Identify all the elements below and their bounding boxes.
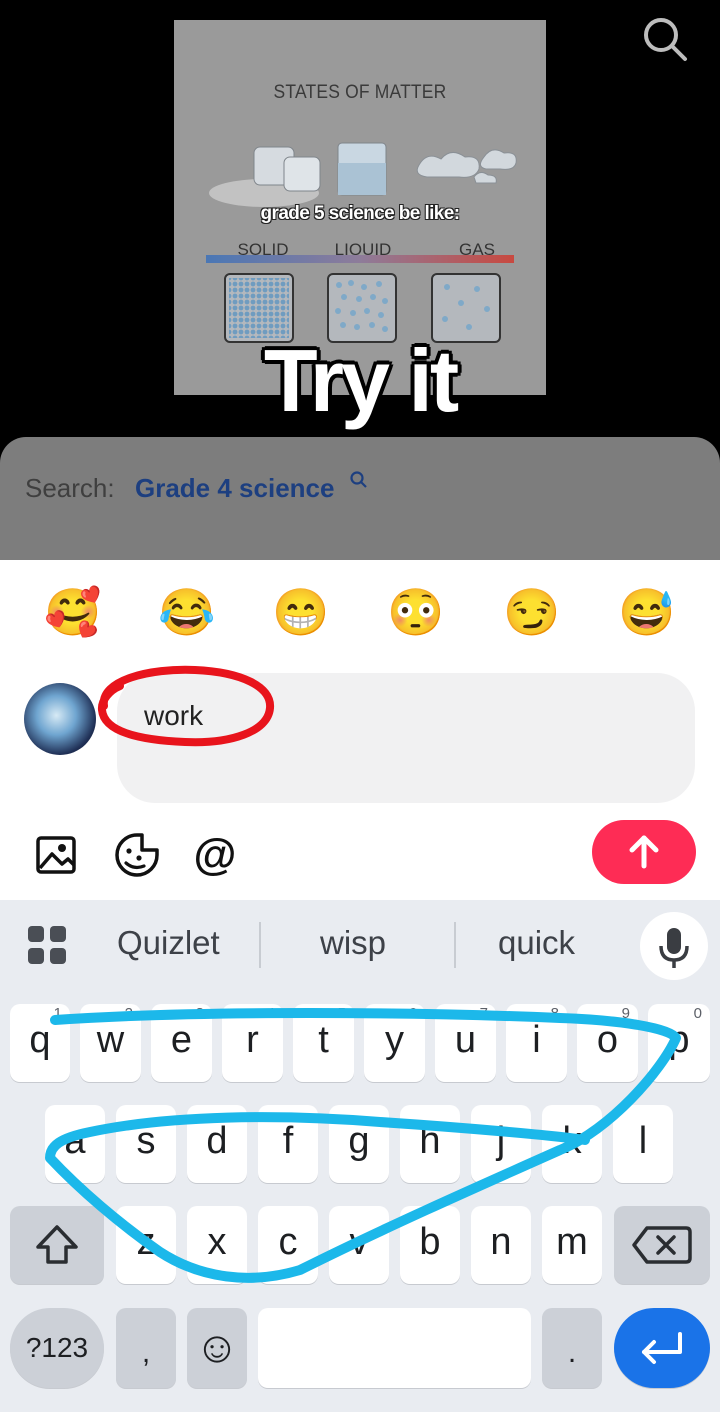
apps-grid-icon[interactable] (26, 924, 70, 968)
video-overlay-text: Try it (263, 331, 459, 430)
search-small-icon (350, 471, 368, 494)
key-v[interactable]: v (329, 1206, 389, 1284)
comma-key[interactable]: , (116, 1308, 176, 1388)
search-icon[interactable] (640, 14, 690, 64)
key-m[interactable]: m (542, 1206, 602, 1284)
key-label: q (29, 1019, 51, 1061)
key-o[interactable]: o9 (577, 1004, 638, 1082)
emoji-quick-6[interactable]: 😅 (617, 582, 677, 642)
send-button[interactable] (592, 820, 696, 884)
sticker-icon[interactable] (112, 830, 162, 880)
symbols-key[interactable]: ?123 (10, 1308, 104, 1388)
red-circle-annotation (97, 665, 275, 747)
poster-title: STATES OF MATTER (273, 82, 447, 103)
emoji-quick-1[interactable]: 🥰 (43, 582, 103, 642)
microphone-icon[interactable] (640, 912, 708, 980)
arrow-up-icon (629, 835, 659, 869)
comment-composer: 🥰 😂 😁 😳 😏 😅 work @ (0, 560, 720, 900)
suggestion-divider (259, 922, 261, 968)
key-p[interactable]: p0 (648, 1004, 710, 1082)
search-prefix: Search: (25, 473, 115, 503)
key-label: r (246, 1019, 259, 1061)
shift-key[interactable] (10, 1206, 104, 1284)
backspace-icon (632, 1226, 692, 1264)
search-query-link[interactable]: Grade 4 science (135, 473, 334, 504)
key-number-hint: 7 (479, 1005, 488, 1022)
key-label: w (96, 1019, 125, 1061)
key-n[interactable]: n (471, 1206, 531, 1284)
suggestion-1[interactable]: Quizlet (117, 924, 220, 962)
key-g[interactable]: g (329, 1105, 389, 1183)
key-label: p (668, 1019, 690, 1061)
key-q[interactable]: q1 (10, 1004, 70, 1082)
enter-icon (642, 1332, 682, 1364)
suggestion-3[interactable]: quick (498, 924, 575, 962)
key-l[interactable]: l (613, 1105, 673, 1183)
key-number-hint: 9 (621, 1005, 630, 1022)
key-w[interactable]: w2 (80, 1004, 141, 1082)
key-u[interactable]: u7 (435, 1004, 496, 1082)
key-label: i (532, 1019, 541, 1061)
emoji-quick-5[interactable]: 😏 (502, 582, 562, 642)
period-key[interactable]: . (542, 1308, 602, 1388)
related-search-sheet[interactable]: Search: Grade 4 science (0, 437, 720, 577)
key-number-hint: 3 (195, 1005, 204, 1022)
on-screen-keyboard: Quizlet wisp quick q1 w2 e3 r4 t5 y6 u7 … (0, 900, 720, 1412)
key-a[interactable]: a (45, 1105, 105, 1183)
spacebar[interactable] (258, 1308, 531, 1388)
key-t[interactable]: t5 (293, 1004, 354, 1082)
emoji-quick-3[interactable]: 😁 (271, 582, 331, 642)
key-j[interactable]: j (471, 1105, 531, 1183)
key-number-hint: 8 (550, 1005, 559, 1022)
backspace-key[interactable] (614, 1206, 710, 1284)
enter-key[interactable] (614, 1308, 710, 1388)
emoji-quick-2[interactable]: 😂 (157, 582, 217, 642)
image-icon[interactable] (32, 830, 82, 880)
key-x[interactable]: x (187, 1206, 247, 1284)
key-label: o (596, 1019, 619, 1061)
key-number-hint: 5 (337, 1005, 346, 1022)
key-label: t (318, 1019, 329, 1061)
key-i[interactable]: i8 (506, 1004, 567, 1082)
meme-caption: grade 5 science be like: (260, 203, 461, 224)
key-y[interactable]: y6 (364, 1004, 425, 1082)
key-d[interactable]: d (187, 1105, 247, 1183)
shift-icon (36, 1225, 78, 1264)
key-h[interactable]: h (400, 1105, 460, 1183)
key-z[interactable]: z (116, 1206, 176, 1284)
key-number-hint: 4 (266, 1005, 275, 1022)
key-k[interactable]: k (542, 1105, 602, 1183)
key-f[interactable]: f (258, 1105, 318, 1183)
suggestion-divider (454, 922, 456, 968)
key-number-hint: 0 (693, 1005, 702, 1022)
key-number-hint: 2 (124, 1005, 133, 1022)
key-r[interactable]: r4 (222, 1004, 283, 1082)
temperature-bar (206, 255, 514, 263)
key-label: y (385, 1019, 404, 1061)
key-b[interactable]: b (400, 1206, 460, 1284)
key-label: e (170, 1019, 193, 1061)
key-number-hint: 1 (53, 1005, 62, 1022)
key-number-hint: 6 (408, 1005, 417, 1022)
key-label: u (454, 1019, 477, 1061)
key-c[interactable]: c (258, 1206, 318, 1284)
suggestion-2[interactable]: wisp (320, 924, 386, 962)
key-e[interactable]: e3 (151, 1004, 212, 1082)
emoji-key[interactable]: ☺ (187, 1308, 247, 1388)
avatar (24, 683, 96, 755)
emoji-quick-4[interactable]: 😳 (386, 582, 446, 642)
suggestion-strip: Quizlet wisp quick (0, 900, 720, 992)
key-s[interactable]: s (116, 1105, 176, 1183)
mention-icon[interactable]: @ (190, 830, 240, 880)
